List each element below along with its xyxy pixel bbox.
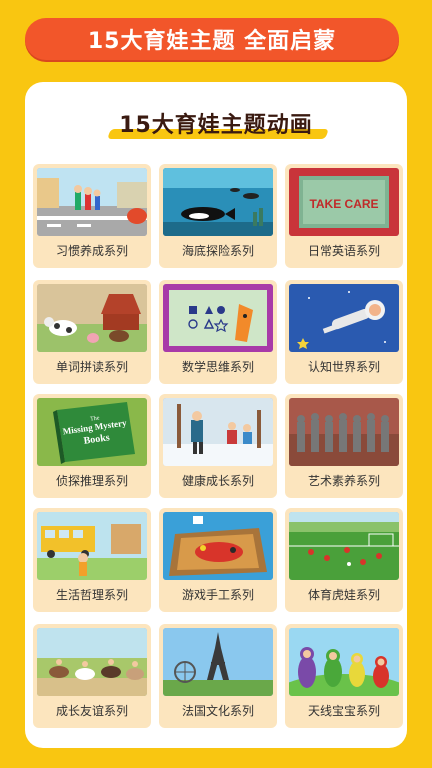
underwater-whale-icon	[163, 168, 273, 236]
series-label: 健康成长系列	[181, 474, 254, 488]
terracotta-warriors-icon	[289, 398, 399, 466]
astronaut-space-icon	[289, 284, 399, 352]
sign-text: TAKE CARE	[309, 197, 378, 211]
series-label: 成长友谊系列	[55, 704, 128, 718]
series-card[interactable]: 游戏手工系列	[159, 508, 277, 612]
themes-panel: 15大育娃主题动画 习惯养成系列 海底探险系列 TAKE CARE 日常英语系列…	[25, 82, 407, 748]
series-label: 认知世界系列	[307, 360, 380, 374]
series-label: 艺术素养系列	[307, 474, 380, 488]
panel-title-text: 15大育娃主题动画	[119, 113, 313, 138]
series-label: 侦探推理系列	[55, 474, 128, 488]
farm-animals-icon	[37, 284, 147, 352]
series-card[interactable]: 生活哲理系列	[33, 508, 151, 612]
panel-title: 15大育娃主题动画	[107, 107, 329, 139]
series-card[interactable]: 单词拼读系列	[33, 280, 151, 384]
craft-box-icon	[163, 512, 273, 580]
series-card[interactable]: 健康成长系列	[159, 394, 277, 498]
eiffel-tower-icon	[163, 628, 273, 696]
math-shapes-icon	[163, 284, 273, 352]
series-label: 数学思维系列	[181, 360, 254, 374]
series-grid: 习惯养成系列 海底探险系列 TAKE CARE 日常英语系列 单词拼读系列 数学…	[33, 164, 405, 734]
header-banner: 15大育娃主题 全面启蒙	[25, 18, 399, 60]
series-label: 习惯养成系列	[55, 244, 128, 258]
series-card[interactable]: 体育虎娃系列	[285, 508, 403, 612]
teletubbies-icon	[289, 628, 399, 696]
series-label: 生活哲理系列	[55, 588, 128, 602]
soccer-field-icon	[289, 512, 399, 580]
series-card[interactable]: 数学思维系列	[159, 280, 277, 384]
series-card[interactable]: 海底探险系列	[159, 164, 277, 268]
series-label: 单词拼读系列	[55, 360, 128, 374]
series-label: 天线宝宝系列	[307, 704, 380, 718]
school-bus-icon	[37, 512, 147, 580]
series-card[interactable]: 法国文化系列	[159, 624, 277, 728]
series-card[interactable]: 成长友谊系列	[33, 624, 151, 728]
street-cartoon-icon	[37, 168, 147, 236]
series-card[interactable]: The Missing Mystery Books 侦探推理系列	[33, 394, 151, 498]
series-label: 日常英语系列	[307, 244, 380, 258]
header-title: 15大育娃主题 全面启蒙	[87, 29, 337, 54]
series-card[interactable]: 习惯养成系列	[33, 164, 151, 268]
horse-riding-icon	[37, 628, 147, 696]
series-label: 游戏手工系列	[181, 588, 254, 602]
winter-kids-icon	[163, 398, 273, 466]
series-card[interactable]: 认知世界系列	[285, 280, 403, 384]
series-card[interactable]: 天线宝宝系列	[285, 624, 403, 728]
take-care-sign-icon: TAKE CARE	[289, 168, 399, 236]
series-card[interactable]: 艺术素养系列	[285, 394, 403, 498]
series-label: 法国文化系列	[181, 704, 254, 718]
panel-title-wrap: 15大育娃主题动画	[25, 106, 407, 140]
mystery-book-icon: The Missing Mystery Books	[37, 398, 147, 466]
series-card[interactable]: TAKE CARE 日常英语系列	[285, 164, 403, 268]
series-label: 海底探险系列	[181, 244, 254, 258]
series-label: 体育虎娃系列	[307, 588, 380, 602]
